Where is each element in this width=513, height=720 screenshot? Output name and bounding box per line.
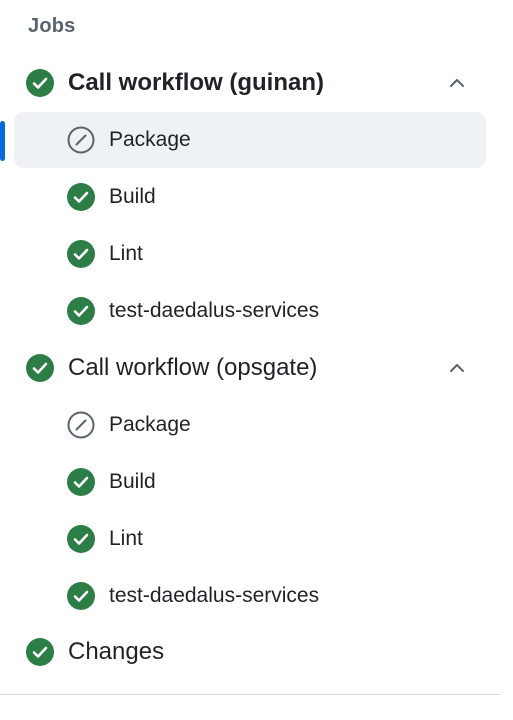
check-circle-icon bbox=[26, 638, 54, 666]
job-label: Changes bbox=[68, 638, 165, 665]
job-label: test-daedalus-services bbox=[109, 299, 320, 322]
active-job-indicator bbox=[0, 121, 5, 161]
check-circle-icon bbox=[67, 525, 95, 553]
workflow-group-opsgate[interactable]: Call workflow (opsgate) bbox=[14, 340, 486, 396]
job-test-daedalus-services-guinan[interactable]: test-daedalus-services bbox=[14, 283, 486, 339]
chevron-up-icon[interactable] bbox=[446, 357, 468, 379]
job-label: Package bbox=[109, 128, 191, 151]
check-circle-icon bbox=[26, 69, 54, 97]
check-circle-icon bbox=[67, 297, 95, 325]
job-test-daedalus-services-opsgate[interactable]: test-daedalus-services bbox=[14, 568, 486, 624]
job-label: test-daedalus-services bbox=[109, 584, 320, 607]
job-changes[interactable]: Changes bbox=[14, 624, 486, 680]
job-label: Build bbox=[109, 470, 156, 493]
check-circle-icon bbox=[67, 468, 95, 496]
job-package-guinan[interactable]: Package bbox=[14, 112, 486, 168]
check-circle-icon bbox=[26, 354, 54, 382]
workflow-group-guinan[interactable]: Call workflow (guinan) bbox=[14, 55, 486, 111]
check-circle-icon bbox=[67, 582, 95, 610]
job-package-opsgate[interactable]: Package bbox=[14, 397, 486, 453]
job-build-guinan[interactable]: Build bbox=[14, 169, 486, 225]
job-lint-guinan[interactable]: Lint bbox=[14, 226, 486, 282]
job-label: Lint bbox=[109, 242, 143, 265]
check-circle-icon bbox=[67, 240, 95, 268]
job-label: Package bbox=[109, 413, 191, 436]
workflow-group-label: Call workflow (opsgate) bbox=[68, 354, 318, 381]
jobs-heading: Jobs bbox=[28, 15, 76, 37]
jobs-panel: Jobs Call workflow (guinan) Package Buil… bbox=[0, 0, 513, 720]
chevron-up-icon[interactable] bbox=[446, 72, 468, 94]
check-circle-icon bbox=[67, 183, 95, 211]
job-build-opsgate[interactable]: Build bbox=[14, 454, 486, 510]
skipped-icon bbox=[67, 126, 95, 154]
divider bbox=[0, 694, 500, 695]
workflow-group-label: Call workflow (guinan) bbox=[68, 69, 324, 96]
job-label: Build bbox=[109, 185, 156, 208]
skipped-icon bbox=[67, 411, 95, 439]
job-lint-opsgate[interactable]: Lint bbox=[14, 511, 486, 567]
job-label: Lint bbox=[109, 527, 143, 550]
